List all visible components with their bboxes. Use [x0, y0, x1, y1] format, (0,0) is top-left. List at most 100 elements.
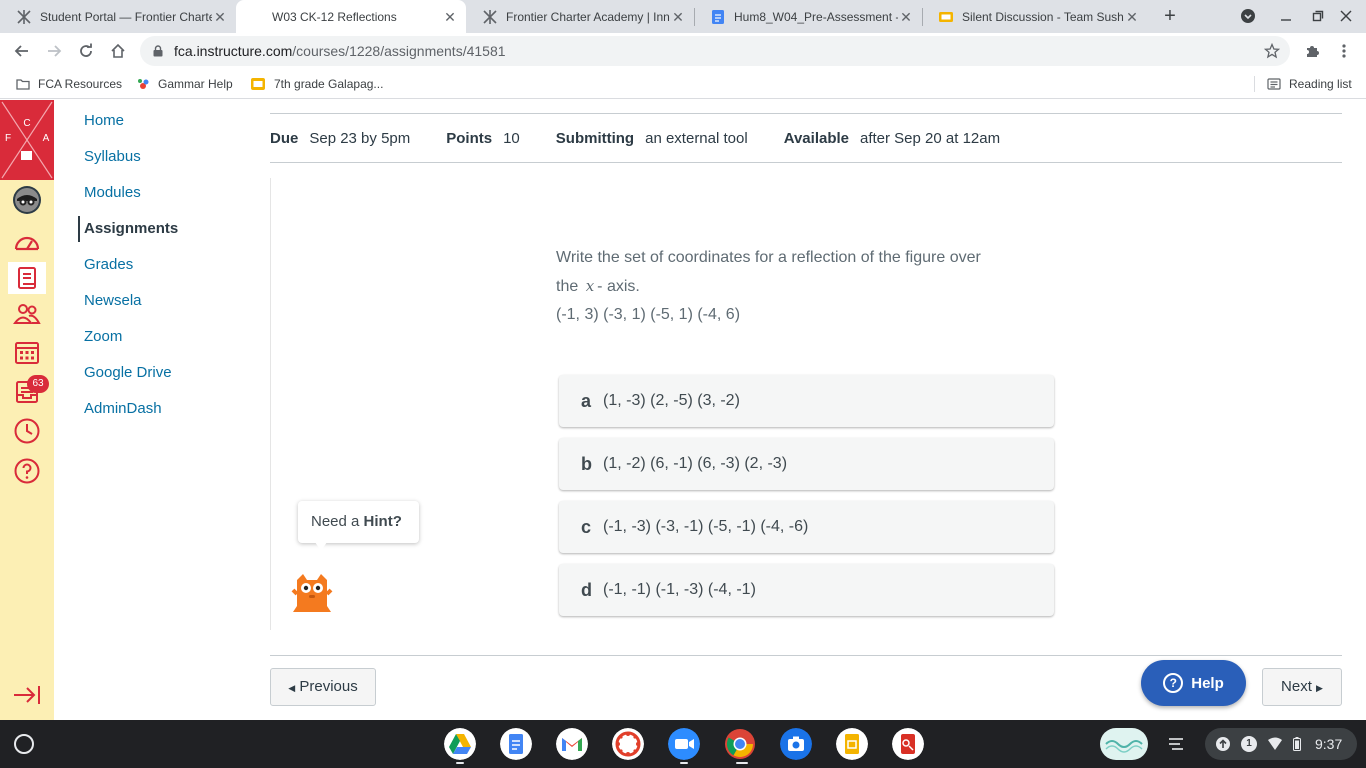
tab-student-portal[interactable]: Student Portal — Frontier Charter ✕ [0, 0, 236, 33]
groups-icon[interactable] [8, 298, 46, 330]
next-arrow-icon: ▶ [1316, 683, 1323, 693]
minimize-icon[interactable] [1274, 4, 1298, 28]
tab-silent-discussion[interactable]: Silent Discussion - Team Sushi ✕ [922, 0, 1148, 33]
clipboard-icon[interactable] [1166, 734, 1186, 754]
zoom-icon[interactable] [668, 728, 700, 760]
footer-divider [270, 655, 1342, 656]
os-shelf: 1 9:37 [0, 720, 1366, 768]
launcher-icon[interactable] [14, 734, 34, 754]
course-nav-google-drive[interactable]: Google Drive [84, 364, 172, 381]
tab-search-icon[interactable] [1236, 4, 1260, 28]
folder-icon [16, 79, 30, 90]
close-icon[interactable]: ✕ [670, 9, 686, 25]
answer-option-c[interactable]: c (-1, -3) (-3, -1) (-5, -1) (-4, -6) [559, 501, 1054, 553]
tab-title: Student Portal — Frontier Charter [40, 9, 212, 24]
answer-option-b[interactable]: b (1, -2) (6, -1) (6, -3) (2, -3) [559, 438, 1054, 490]
course-nav-modules[interactable]: Modules [84, 184, 141, 201]
option-text: (1, -3) (2, -5) (3, -2) [603, 392, 740, 409]
tab-frontier-charter[interactable]: Frontier Charter Academy | Inn ✕ [466, 0, 694, 33]
bookmark-label: 7th grade Galapag... [274, 77, 384, 91]
previous-arrow-icon: ◀ [288, 683, 296, 693]
home-icon[interactable] [106, 39, 130, 63]
url-path: /courses/1228/assignments/41581 [292, 43, 506, 59]
tab-ck12-reflections[interactable]: W03 CK-12 Reflections ✕ [236, 0, 466, 33]
available-label: Available [783, 129, 849, 147]
option-letter: d [581, 579, 592, 600]
next-button[interactable]: Next ▶ [1262, 668, 1342, 706]
lock-icon [153, 45, 163, 57]
course-nav-grades[interactable]: Grades [84, 256, 133, 273]
help-icon[interactable] [8, 455, 46, 487]
brand-letter-a: A [43, 133, 50, 144]
option-letter: c [581, 516, 592, 537]
bookmark-fca-resources[interactable]: FCA Resources [16, 75, 122, 93]
close-icon[interactable]: ✕ [212, 9, 228, 25]
back-icon[interactable] [10, 39, 34, 63]
course-nav-assignments[interactable]: Assignments [84, 220, 178, 237]
course-nav-zoom[interactable]: Zoom [84, 328, 122, 345]
notification-count: 1 [1241, 736, 1257, 752]
inbox-unread-badge: 63 [27, 375, 49, 393]
courses-icon[interactable] [8, 262, 46, 294]
forward-icon[interactable] [42, 39, 66, 63]
close-icon[interactable]: ✕ [898, 9, 914, 25]
mascot-icon[interactable] [291, 572, 333, 616]
course-nav-syllabus[interactable]: Syllabus [84, 148, 141, 165]
hint-bold: Hint? [363, 513, 402, 530]
course-nav-newsela[interactable]: Newsela [84, 292, 142, 309]
help-button[interactable]: ? Help [1141, 660, 1246, 706]
assignment-details: Due Sep 23 by 5pm Points 10 Submitting a… [270, 113, 1342, 163]
brand-logo[interactable]: C F A [0, 100, 54, 180]
bookmarks-separator [1254, 76, 1255, 92]
window-close-icon[interactable] [1334, 4, 1358, 28]
google-drive-icon[interactable] [444, 728, 476, 760]
hint-bubble-tail [315, 542, 327, 551]
option-text: (1, -2) (6, -1) (6, -3) (2, -3) [603, 455, 788, 472]
google-docs-favicon-icon [712, 9, 724, 24]
bookmark-star-icon[interactable] [1260, 39, 1284, 63]
reading-list-button[interactable]: Reading list [1267, 75, 1352, 93]
submitting-label: Submitting [555, 129, 635, 147]
previous-button[interactable]: ◀ Previous [270, 668, 376, 706]
calendar-icon[interactable] [8, 336, 46, 368]
dashboard-icon[interactable] [8, 226, 46, 258]
hint-button[interactable]: Need a Hint? [298, 501, 419, 543]
due-date: Due Sep 23 by 5pm [270, 130, 410, 147]
reading-list-icon [1267, 78, 1281, 90]
option-text: (-1, -1) (-1, -3) (-4, -1) [603, 581, 756, 598]
status-tray[interactable]: 1 9:37 [1205, 728, 1357, 760]
gmail-icon[interactable] [556, 728, 588, 760]
extensions-icon[interactable] [1300, 39, 1324, 63]
google-docs-icon[interactable] [500, 728, 532, 760]
account-icon[interactable] [8, 184, 46, 216]
close-icon[interactable]: ✕ [442, 9, 458, 25]
brand-letter-f: F [5, 133, 11, 144]
chrome-icon[interactable] [724, 728, 756, 760]
bookmark-7th-grade-galapagos[interactable]: 7th grade Galapag... [250, 75, 383, 93]
answer-option-a[interactable]: a (1, -3) (2, -5) (3, -2) [559, 375, 1054, 427]
new-tab-button[interactable]: + [1158, 4, 1182, 28]
screen-capture-icon[interactable] [780, 728, 812, 760]
bookmark-gammar-help[interactable]: Gammar Help [136, 75, 233, 93]
user-avatar[interactable] [1100, 728, 1148, 760]
bookmark-label: Gammar Help [158, 77, 233, 91]
tab-hum8-pre-assessment[interactable]: Hum8_W04_Pre-Assessment - ✕ [694, 0, 922, 33]
app-icon[interactable] [892, 728, 924, 760]
help-question-icon: ? [1163, 673, 1184, 693]
google-slides-icon[interactable] [836, 728, 868, 760]
course-nav-home[interactable]: Home [84, 112, 124, 129]
answer-option-d[interactable]: d (-1, -1) (-1, -3) (-4, -1) [559, 564, 1054, 616]
address-bar[interactable]: fca.instructure.com/courses/1228/assignm… [140, 36, 1290, 66]
option-letter: b [581, 453, 592, 474]
menu-icon[interactable] [1332, 39, 1356, 63]
tab-title: W03 CK-12 Reflections [272, 9, 397, 24]
course-nav-admindash[interactable]: AdminDash [84, 400, 162, 417]
close-icon[interactable]: ✕ [1124, 9, 1140, 25]
points-label: Points [446, 129, 493, 147]
reload-icon[interactable] [74, 39, 98, 63]
help-label: Help [1191, 674, 1224, 692]
history-icon[interactable] [8, 415, 46, 447]
canvas-icon[interactable] [612, 728, 644, 760]
collapse-nav-icon[interactable] [12, 683, 42, 707]
restore-icon[interactable] [1306, 4, 1330, 28]
